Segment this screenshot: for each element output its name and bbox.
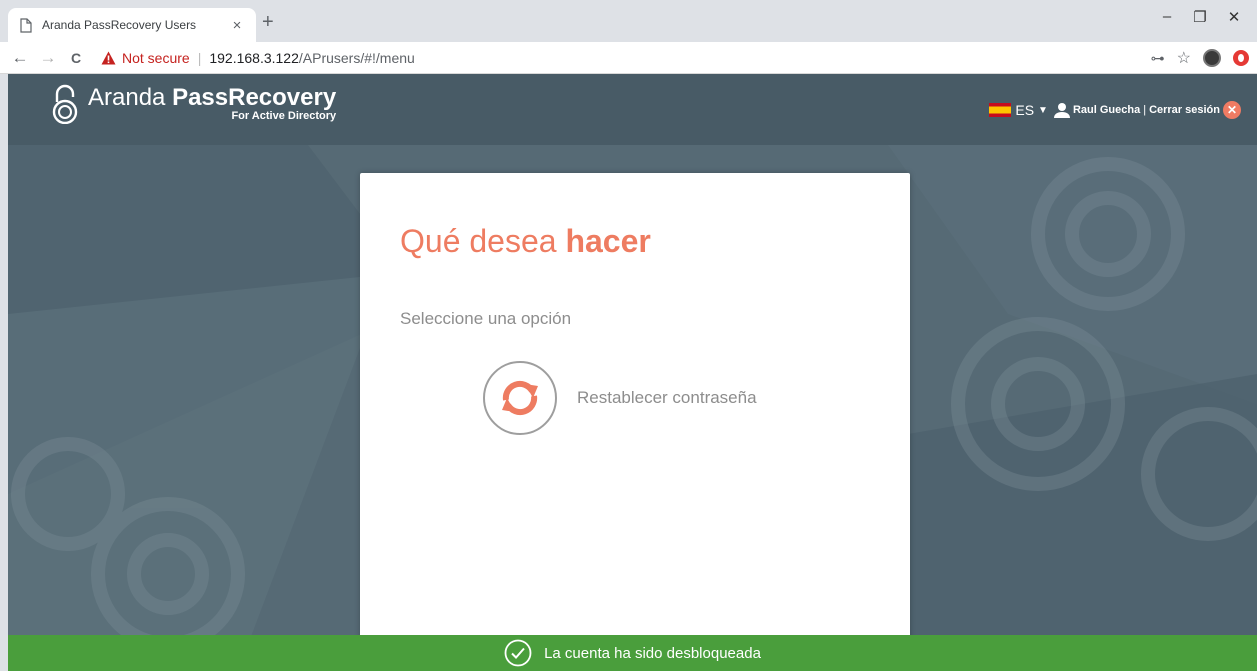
user-bar: ES ▼ Raul Guecha | Cerrar sesión ✕ bbox=[989, 101, 1241, 119]
window-close-button[interactable]: ✕ bbox=[1216, 8, 1252, 26]
new-tab-button[interactable]: + bbox=[262, 12, 274, 32]
browser-tabstrip: Aranda PassRecovery Users × + – ❐ ✕ bbox=[0, 0, 1257, 42]
padlock-logo-icon bbox=[52, 84, 78, 124]
reload-button[interactable]: C bbox=[65, 50, 87, 66]
logo-title: Aranda PassRecovery bbox=[88, 84, 336, 112]
app-header: Aranda PassRecovery For Active Directory… bbox=[8, 74, 1257, 145]
forward-button[interactable]: → bbox=[37, 48, 59, 68]
page-title-bold: hacer bbox=[565, 223, 651, 259]
page-subtitle: Seleccione una opción bbox=[400, 309, 572, 328]
star-icon[interactable]: ☆ bbox=[1177, 48, 1191, 68]
security-label[interactable]: Not secure bbox=[122, 50, 190, 66]
minimize-button[interactable]: – bbox=[1149, 8, 1185, 25]
page-content: Aranda PassRecovery For Active Directory… bbox=[8, 74, 1257, 671]
opera-icon[interactable] bbox=[1233, 50, 1249, 66]
logo-title-light: Aranda bbox=[88, 84, 173, 111]
logo-title-bold: PassRecovery bbox=[172, 84, 337, 111]
extension-avatar-icon[interactable] bbox=[1203, 49, 1221, 67]
success-toast: La cuenta ha sido desbloqueada bbox=[8, 635, 1257, 671]
browser-toolbar: ← → C Not secure | 192.168.3.122/APruser… bbox=[0, 42, 1257, 74]
restore-button[interactable]: ❐ bbox=[1182, 8, 1218, 26]
user-name: Raul Guecha bbox=[1072, 104, 1141, 116]
key-icon[interactable]: ⊶ bbox=[1151, 50, 1165, 67]
browser-tab[interactable]: Aranda PassRecovery Users × bbox=[8, 8, 256, 42]
close-circle-icon[interactable]: ✕ bbox=[1223, 101, 1241, 119]
warning-icon[interactable] bbox=[101, 51, 116, 65]
app-logo[interactable]: Aranda PassRecovery For Active Directory bbox=[52, 84, 336, 124]
user-bar-separator: | bbox=[1143, 104, 1147, 116]
menu-card: Qué desea hacer Seleccione una opción Re… bbox=[360, 173, 910, 671]
chevron-down-icon[interactable]: ▼ bbox=[1038, 105, 1048, 116]
toast-message: La cuenta ha sido desbloqueada bbox=[544, 644, 761, 662]
back-button[interactable]: ← bbox=[9, 48, 31, 68]
spain-flag-icon[interactable] bbox=[989, 103, 1012, 117]
user-icon bbox=[1053, 103, 1070, 118]
page-icon bbox=[20, 17, 32, 33]
page-title: Qué desea hacer bbox=[400, 223, 651, 260]
tab-title: Aranda PassRecovery Users bbox=[42, 18, 197, 32]
url-host[interactable]: 192.168.3.122 bbox=[209, 50, 299, 66]
url-path[interactable]: /APrusers/#!/menu bbox=[299, 50, 415, 66]
page-title-light: Qué desea bbox=[400, 223, 566, 259]
url-separator: | bbox=[197, 49, 202, 66]
reset-password-option[interactable]: Restablecer contraseña bbox=[483, 361, 757, 435]
option-icon-circle[interactable] bbox=[483, 361, 557, 435]
language-selector[interactable]: ES bbox=[1015, 102, 1034, 118]
logout-link[interactable]: Cerrar sesión bbox=[1149, 104, 1220, 116]
check-circle-icon bbox=[504, 639, 532, 667]
tab-close-icon[interactable]: × bbox=[228, 17, 246, 34]
reset-password-label[interactable]: Restablecer contraseña bbox=[577, 388, 757, 408]
refresh-icon bbox=[502, 380, 538, 416]
toolbar-actions: ⊶ ☆ bbox=[1139, 42, 1249, 74]
